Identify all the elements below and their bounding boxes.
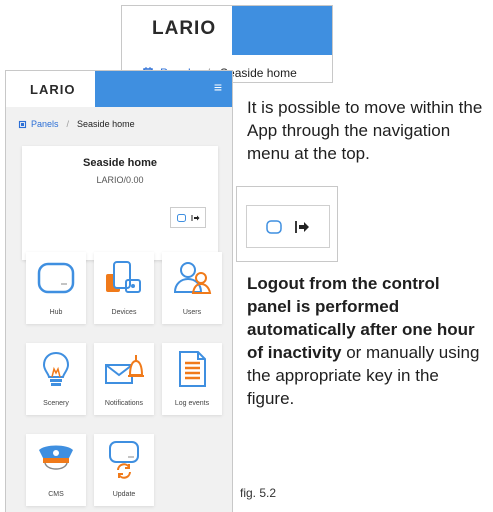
- panel-chip-icon: [18, 120, 27, 128]
- breadcrumb-current: Seaside home: [77, 119, 135, 129]
- panel-action-buttons-zoomed: [246, 205, 330, 248]
- logout-icon[interactable]: [191, 214, 200, 222]
- panel-name: Seaside home: [83, 157, 157, 169]
- navigation-description: It is possible to move within the App th…: [247, 98, 483, 163]
- hub-icon: [37, 262, 75, 294]
- breadcrumb-small: Panels / Seaside home: [18, 119, 135, 129]
- figure-caption: fig. 5.2: [240, 486, 277, 500]
- header-bar: [232, 6, 332, 55]
- logout-description: Logout from the control panel is perform…: [247, 272, 487, 410]
- breadcrumb-panels-link[interactable]: Panels: [31, 119, 59, 129]
- document-icon: [179, 351, 206, 387]
- hamburger-menu-icon[interactable]: ≡: [214, 79, 222, 95]
- panel-card: Seaside home LARIO/0.00: [22, 146, 218, 260]
- app-header: LARIO ≡: [6, 71, 232, 107]
- tile-cms[interactable]: CMS: [26, 434, 86, 506]
- lightbulb-icon: [42, 351, 70, 386]
- update-icon: [109, 441, 139, 479]
- panel-code: LARIO/0.00: [96, 175, 144, 185]
- tile-label: Users: [182, 309, 202, 316]
- lario-logo: LARIO: [152, 18, 217, 39]
- tile-label: Update: [112, 491, 136, 498]
- logout-zoom-callout: [236, 186, 338, 262]
- tile-hub[interactable]: Hub: [26, 252, 86, 324]
- tile-label: Log events: [174, 400, 210, 407]
- app-screen: LARIO ≡ Panels / Seaside home Seaside ho…: [5, 70, 233, 512]
- tile-label: CMS: [48, 491, 64, 498]
- tile-label: Scenery: [43, 400, 69, 407]
- header-bar-small: [95, 71, 232, 107]
- tile-label: Devices: [111, 309, 137, 316]
- tile-devices[interactable]: Devices: [94, 252, 154, 324]
- tile-users[interactable]: Users: [162, 252, 222, 324]
- tile-notifications[interactable]: Notifications: [94, 343, 154, 415]
- panel-action-buttons: [170, 207, 206, 228]
- tile-update[interactable]: Update: [94, 434, 154, 506]
- tile-scenery[interactable]: Scenery: [26, 343, 86, 415]
- tile-label: Notifications: [104, 400, 144, 407]
- device-status-icon[interactable]: [266, 219, 282, 234]
- logout-icon[interactable]: [294, 220, 310, 234]
- lario-logo-small: LARIO: [30, 82, 76, 97]
- bell-envelope-icon: [105, 355, 144, 384]
- users-icon: [173, 262, 212, 294]
- police-cap-icon: [39, 445, 73, 470]
- device-status-icon[interactable]: [176, 213, 186, 222]
- devices-icon: [106, 261, 141, 293]
- tile-log-events[interactable]: Log events: [162, 343, 222, 415]
- tile-label: Hub: [49, 309, 63, 316]
- breadcrumb-separator: /: [66, 119, 70, 129]
